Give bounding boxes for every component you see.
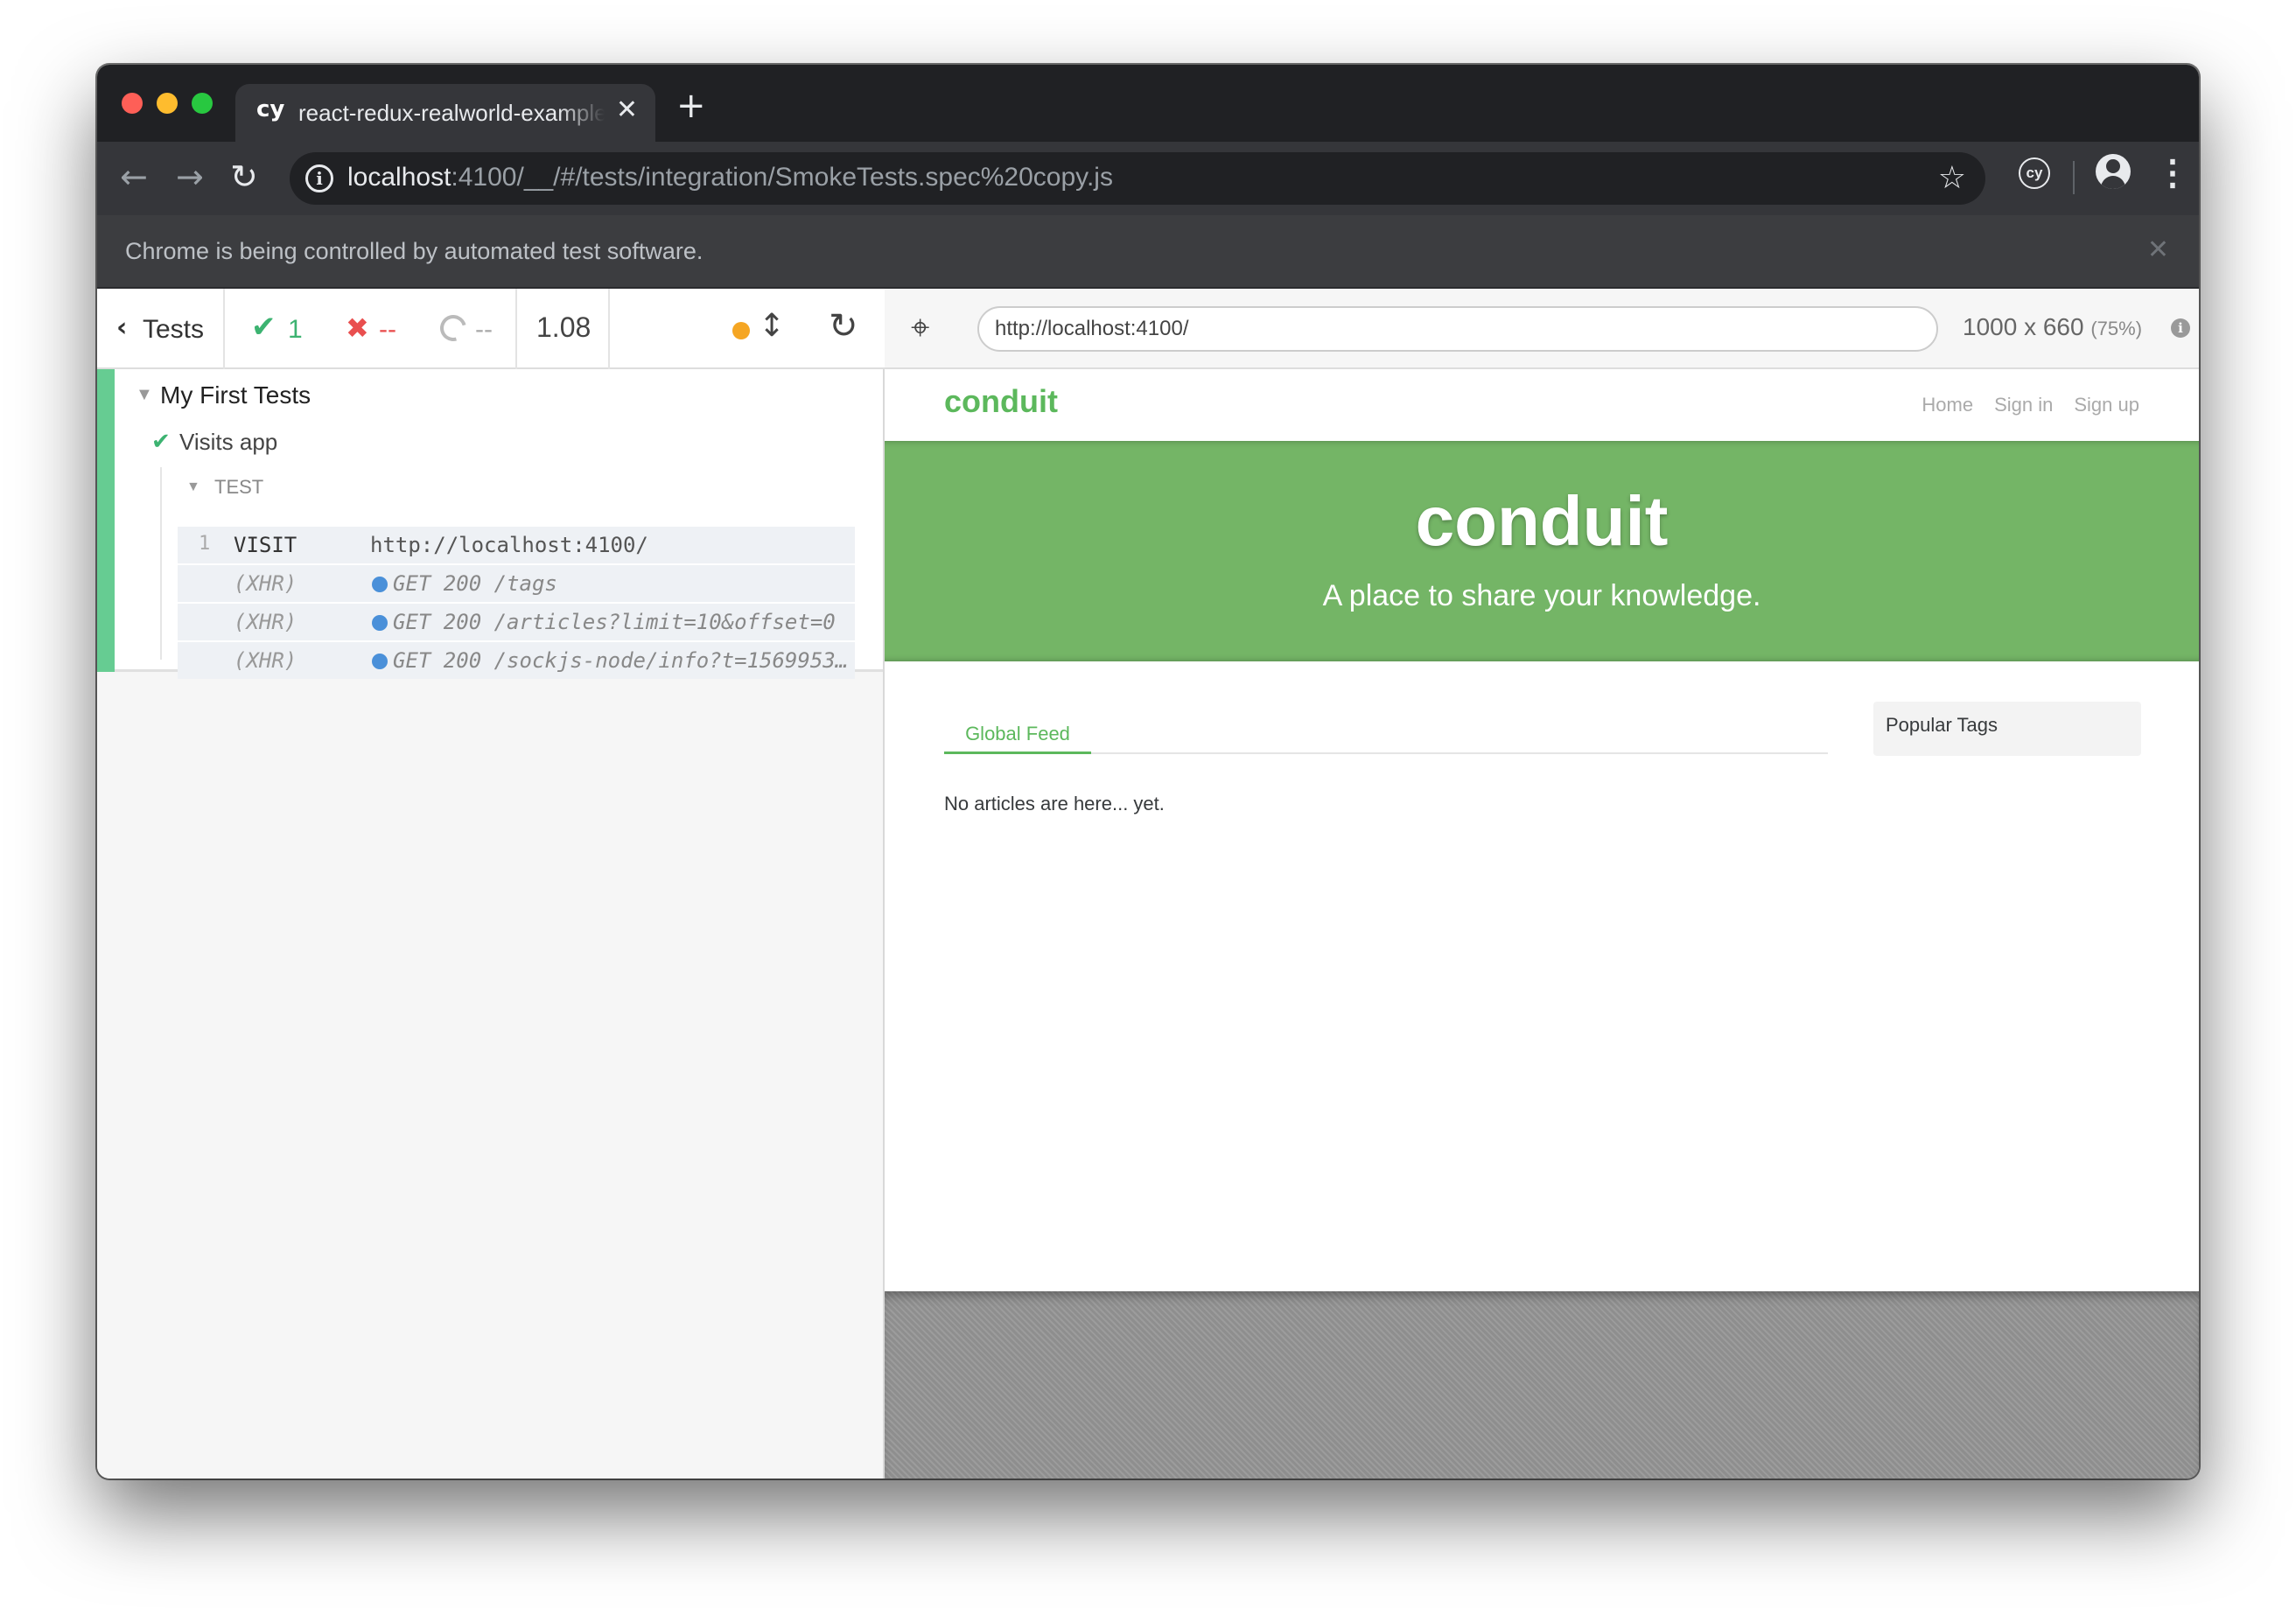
nav-link-home[interactable]: Home [1922, 394, 1973, 416]
conduit-nav: Home Sign in Sign up [1900, 394, 2139, 416]
browser-titlebar: cy react-redux-realworld-example-app ✕ + [97, 65, 2199, 142]
command-row[interactable]: 1 VISIT http://localhost:4100/ [178, 527, 855, 563]
aut-header: ⌖ http://localhost:4100/ 1000 x 660 (75%… [885, 289, 2199, 369]
maximize-window-button[interactable] [192, 93, 213, 114]
command-name: (XHR) [234, 610, 298, 634]
conduit-banner: conduit A place to share your knowledge. [885, 441, 2199, 661]
failed-count: -- [379, 315, 396, 344]
command-row[interactable]: (XHR) GET 200 /articles?limit=10&offset=… [178, 604, 855, 640]
reporter-header: ‹ Tests ✔ 1 ✖ -- -- 1.08 ↕ ↻ [97, 289, 885, 369]
address-host: localhost [347, 163, 452, 192]
xhr-status-dot [372, 654, 388, 669]
tab-title: react-redux-realworld-example-app [298, 100, 605, 126]
viewport-size: 1000 x 660 (75%) [1963, 313, 2142, 341]
tests-label: Tests [143, 315, 205, 344]
banner-title: conduit [1415, 482, 1669, 560]
aut-iframe: conduit Home Sign in Sign up conduit A pla… [885, 369, 2199, 1291]
new-tab-button[interactable]: + [676, 86, 706, 126]
browser-window: cy react-redux-realworld-example-app ✕ +… [97, 65, 2199, 1479]
viewport-info-icon[interactable]: i [2171, 318, 2190, 338]
viewport-scale: (75%) [2090, 318, 2143, 339]
chevron-left-icon: ‹ [116, 312, 128, 343]
command-message: GET 200 /articles?limit=10&offset=0 [393, 610, 836, 634]
suite-pass-indicator [97, 369, 115, 672]
forward-arrow-icon[interactable]: → [176, 157, 204, 196]
suite-title[interactable]: My First Tests [160, 381, 311, 409]
toolbar-divider [2073, 161, 2075, 194]
duration-value: 1.08 [536, 311, 592, 343]
auto-scroll-toggle-icon[interactable]: ↕ [759, 308, 785, 344]
browser-tab-active[interactable]: cy react-redux-realworld-example-app ✕ [235, 84, 655, 142]
viewport-dimensions: 1000 x 660 [1963, 313, 2084, 340]
command-name: VISIT [234, 533, 298, 557]
cypress-reporter: ‹ Tests ✔ 1 ✖ -- -- 1.08 ↕ ↻ ▼ My First … [97, 289, 885, 1479]
browser-toolbar: ← → ↻ i localhost:4100/__/#/tests/integr… [97, 142, 2199, 215]
site-info-icon[interactable]: i [305, 164, 333, 192]
address-path: :4100/__/#/tests/integration/SmokeTests.… [451, 163, 1113, 192]
conduit-brand-link[interactable]: conduit [944, 383, 1058, 420]
test-stats: ✔ 1 ✖ -- -- [225, 289, 517, 369]
aut-url-field[interactable]: http://localhost:4100/ [977, 306, 1938, 352]
viewport-overflow-area [885, 1291, 2199, 1479]
nav-link-sign-in[interactable]: Sign in [1994, 394, 2053, 416]
hook-collapse-icon[interactable]: ▼ [186, 479, 200, 495]
automation-infobar: Chrome is being controlled by automated … [97, 215, 2199, 289]
selector-playground-crosshair-icon[interactable]: ⌖ [911, 308, 929, 347]
test-passed-check-icon: ✔ [151, 429, 171, 455]
bookmark-star-icon[interactable]: ☆ [1938, 159, 1966, 196]
close-window-button[interactable] [122, 93, 143, 114]
running-status-dot [732, 322, 750, 339]
tab-close-icon[interactable]: ✕ [616, 94, 638, 125]
profile-avatar-icon[interactable] [2096, 154, 2131, 189]
passed-count: 1 [288, 315, 303, 344]
command-name: (XHR) [234, 648, 298, 673]
popular-tags-sidebar: Popular Tags [1873, 702, 2141, 756]
aut-panel: ⌖ http://localhost:4100/ 1000 x 660 (75%… [885, 289, 2199, 1479]
tab-global-feed[interactable]: Global Feed [944, 710, 1091, 754]
test-duration: 1.08 [517, 289, 610, 369]
cypress-favicon-icon: cy [256, 96, 285, 122]
command-message: GET 200 /tags [393, 571, 557, 596]
back-arrow-icon[interactable]: ← [120, 157, 148, 196]
command-row[interactable]: (XHR) GET 200 /sockjs-node/info?t=156995… [178, 642, 855, 679]
test-runnables: ▼ My First Tests ✔ Visits app ▼ TEST 1 V… [97, 369, 883, 679]
automation-message: Chrome is being controlled by automated … [125, 238, 704, 264]
conduit-navbar: conduit Home Sign in Sign up [885, 369, 2199, 441]
infobar-close-icon[interactable]: ✕ [2147, 234, 2169, 265]
tests-back-button[interactable]: ‹ Tests [97, 289, 225, 369]
command-number: 1 [199, 533, 211, 555]
cross-icon: ✖ [346, 311, 369, 345]
banner-subtitle: A place to share your knowledge. [1322, 579, 1761, 612]
command-row[interactable]: (XHR) GET 200 /tags [178, 565, 855, 602]
hook-indent-line [160, 467, 162, 660]
suite-collapse-icon[interactable]: ▼ [136, 385, 153, 405]
nav-link-sign-up[interactable]: Sign up [2074, 394, 2139, 416]
address-url[interactable]: localhost:4100/__/#/tests/integration/Sm… [347, 163, 1113, 192]
more-menu-icon[interactable]: ⋮ [2155, 156, 2190, 191]
hook-title[interactable]: TEST [214, 476, 263, 499]
minimize-window-button[interactable] [157, 93, 178, 114]
command-message: http://localhost:4100/ [370, 533, 648, 557]
empty-articles-message: No articles are here... yet. [944, 793, 1165, 814]
xhr-status-dot [372, 615, 388, 631]
pending-count: -- [475, 315, 493, 344]
cypress-extension-icon[interactable]: cy [2019, 157, 2050, 189]
xhr-status-dot [372, 577, 388, 592]
check-icon: ✔ [251, 310, 276, 345]
rerun-tests-icon[interactable]: ↻ [829, 306, 858, 346]
pending-spinner-icon [435, 310, 472, 346]
feed-toggle: Global Feed [944, 710, 1828, 754]
test-title[interactable]: Visits app [179, 429, 277, 456]
command-message: GET 200 /sockjs-node/info?t=1569953... [393, 648, 850, 673]
reporter-controls: ↕ ↻ [610, 289, 885, 369]
address-bar[interactable]: i localhost:4100/__/#/tests/integration/… [290, 152, 1985, 205]
command-name: (XHR) [234, 571, 298, 596]
reload-icon[interactable]: ↻ [230, 157, 258, 196]
